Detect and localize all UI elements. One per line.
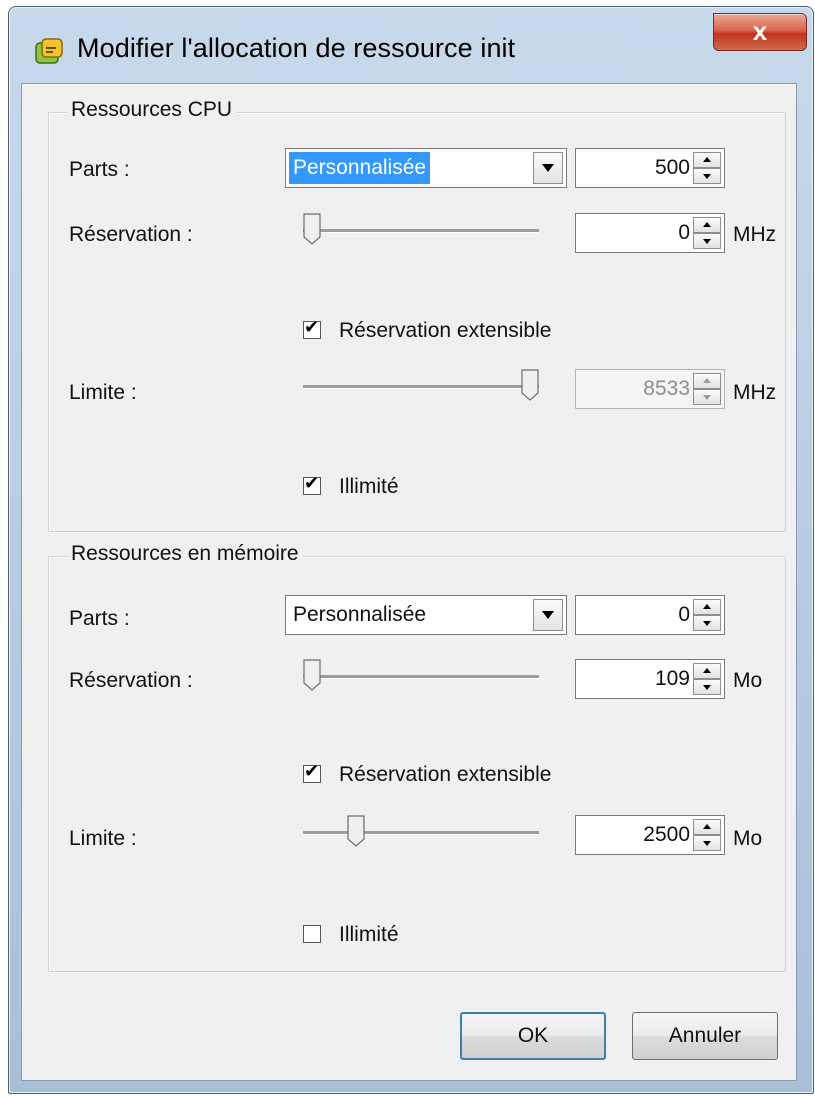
cpu-limit-spinner: 8533 <box>575 369 725 409</box>
memory-expandable-label: Réservation extensible <box>339 763 552 786</box>
slider-track <box>303 675 539 679</box>
cpu-resources-group: Ressources CPU Parts : Personnalisée 500… <box>48 98 786 532</box>
spin-down-icon <box>693 389 721 405</box>
memory-limit-slider[interactable] <box>303 815 539 851</box>
spin-up-icon[interactable] <box>693 599 721 615</box>
memory-shares-selected-value: Personnalisée <box>293 603 427 626</box>
cpu-shares-number: 500 <box>654 156 690 179</box>
cpu-shares-spinner[interactable]: 500 <box>575 148 725 188</box>
cpu-limit-slider[interactable] <box>303 369 539 405</box>
memory-shares-dropdown[interactable]: Personnalisée <box>285 595 567 635</box>
cpu-reservation-spinner[interactable]: 0 <box>575 213 725 253</box>
memory-shares-spinner[interactable]: 0 <box>575 595 725 635</box>
cpu-unlimited-checkbox[interactable] <box>303 473 321 495</box>
memory-shares-number: 0 <box>678 603 690 626</box>
memory-reservation-slider[interactable] <box>303 659 539 695</box>
window-title: Modifier l'allocation de ressource init <box>77 33 516 63</box>
cancel-button[interactable]: Annuler <box>632 1012 778 1060</box>
cpu-shares-selected-value: Personnalisée <box>289 152 431 184</box>
spin-down-icon[interactable] <box>693 233 721 249</box>
memory-shares-label: Parts : <box>69 607 130 630</box>
cpu-limit-value: 8533 <box>643 377 690 400</box>
chevron-down-icon[interactable] <box>533 599 563 631</box>
cpu-expandable-checkbox[interactable] <box>303 317 321 339</box>
memory-reservation-value: 109 <box>654 667 690 690</box>
memory-limit-label: Limite : <box>69 827 137 850</box>
dialog-window: Modifier l'allocation de ressource init … <box>8 6 814 1094</box>
slider-thumb[interactable] <box>303 213 321 245</box>
close-icon: x <box>752 16 768 46</box>
cpu-reservation-slider[interactable] <box>303 213 539 249</box>
cpu-shares-label: Parts : <box>69 158 130 181</box>
spin-down-icon[interactable] <box>693 168 721 184</box>
title-bar[interactable]: Modifier l'allocation de ressource init … <box>9 7 813 83</box>
resource-pool-icon <box>35 38 63 64</box>
memory-limit-value: 2500 <box>643 823 690 846</box>
spin-up-icon[interactable] <box>693 217 721 233</box>
cpu-reservation-value: 0 <box>678 221 690 244</box>
memory-reservation-label: Réservation : <box>69 669 193 692</box>
cpu-unlimited-label: Illimité <box>339 475 399 498</box>
close-button[interactable]: x <box>713 13 807 51</box>
memory-reservation-unit: Mo <box>733 669 763 692</box>
cpu-limit-label: Limite : <box>69 381 137 404</box>
ok-button[interactable]: OK <box>460 1012 606 1060</box>
spin-up-icon[interactable] <box>693 152 721 168</box>
cpu-reservation-unit: MHz <box>733 223 777 246</box>
memory-expandable-checkbox[interactable] <box>303 761 321 783</box>
memory-reservation-spinner[interactable]: 109 <box>575 659 725 699</box>
slider-thumb[interactable] <box>347 815 365 847</box>
spin-up-icon[interactable] <box>693 663 721 679</box>
slider-thumb[interactable] <box>521 369 539 401</box>
cpu-shares-dropdown[interactable]: Personnalisée <box>285 148 567 188</box>
memory-resources-group: Ressources en mémoire Parts : Personnali… <box>48 542 786 972</box>
slider-track <box>303 229 539 233</box>
spin-down-icon[interactable] <box>693 835 721 851</box>
slider-thumb[interactable] <box>303 659 321 691</box>
spin-down-icon[interactable] <box>693 615 721 631</box>
spin-down-icon[interactable] <box>693 679 721 695</box>
cpu-expandable-label: Réservation extensible <box>339 319 552 342</box>
spin-up-icon[interactable] <box>693 819 721 835</box>
slider-track <box>303 831 539 835</box>
spin-up-icon <box>693 373 721 389</box>
memory-group-title: Ressources en mémoire <box>67 542 303 566</box>
memory-limit-spinner[interactable]: 2500 <box>575 815 725 855</box>
memory-unlimited-label: Illimité <box>339 923 399 946</box>
cpu-reservation-label: Réservation : <box>69 223 193 246</box>
memory-unlimited-checkbox[interactable] <box>303 925 321 943</box>
chevron-down-icon[interactable] <box>533 152 563 184</box>
memory-limit-unit: Mo <box>733 827 763 850</box>
dialog-client-area: Ressources CPU Parts : Personnalisée 500… <box>21 83 797 1081</box>
cpu-group-title: Ressources CPU <box>67 98 237 122</box>
slider-track <box>303 385 539 389</box>
cpu-limit-unit: MHz <box>733 381 777 404</box>
